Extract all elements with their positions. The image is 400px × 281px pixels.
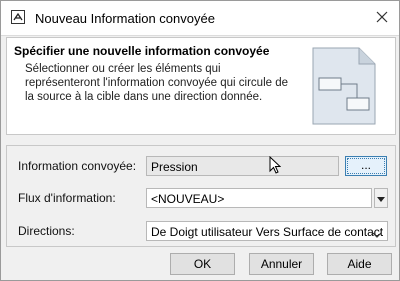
dialog-window: Nouveau Information convoyée Spécifier u… xyxy=(0,0,400,281)
flux-field[interactable]: <NOUVEAU> xyxy=(146,188,372,208)
browse-button[interactable]: ... xyxy=(345,156,387,176)
caret-down-icon xyxy=(377,191,385,205)
banner-heading: Spécifier une nouvelle information convo… xyxy=(14,44,270,58)
window-title: Nouveau Information convoyée xyxy=(35,11,215,26)
header-banner: Spécifier une nouvelle information convo… xyxy=(6,37,396,135)
info-field[interactable]: Pression xyxy=(146,156,339,176)
mouse-cursor-icon xyxy=(269,155,282,177)
close-button[interactable] xyxy=(365,1,399,35)
title-bar: Nouveau Information convoyée xyxy=(1,1,399,36)
document-diagram-icon xyxy=(301,44,385,131)
ok-button[interactable]: OK xyxy=(170,253,235,275)
flux-label: Flux d'information: xyxy=(18,191,116,205)
cancel-button[interactable]: Annuler xyxy=(249,253,314,275)
directions-label: Directions: xyxy=(18,224,75,238)
info-label: Information convoyée: xyxy=(18,159,137,173)
flux-dropdown-button[interactable] xyxy=(374,188,388,208)
directions-value: De Doigt utilisateur Vers Surface de con… xyxy=(151,225,384,239)
banner-description: Sélectionner ou créer les éléments qui r… xyxy=(25,63,289,103)
form-panel: Information convoyée: Pression ... Flux … xyxy=(6,145,396,247)
help-button[interactable]: Aide xyxy=(327,253,392,275)
app-icon xyxy=(11,10,25,24)
close-icon xyxy=(376,11,388,26)
chevron-down-icon xyxy=(372,227,382,240)
directions-select[interactable]: De Doigt utilisateur Vers Surface de con… xyxy=(146,221,388,241)
